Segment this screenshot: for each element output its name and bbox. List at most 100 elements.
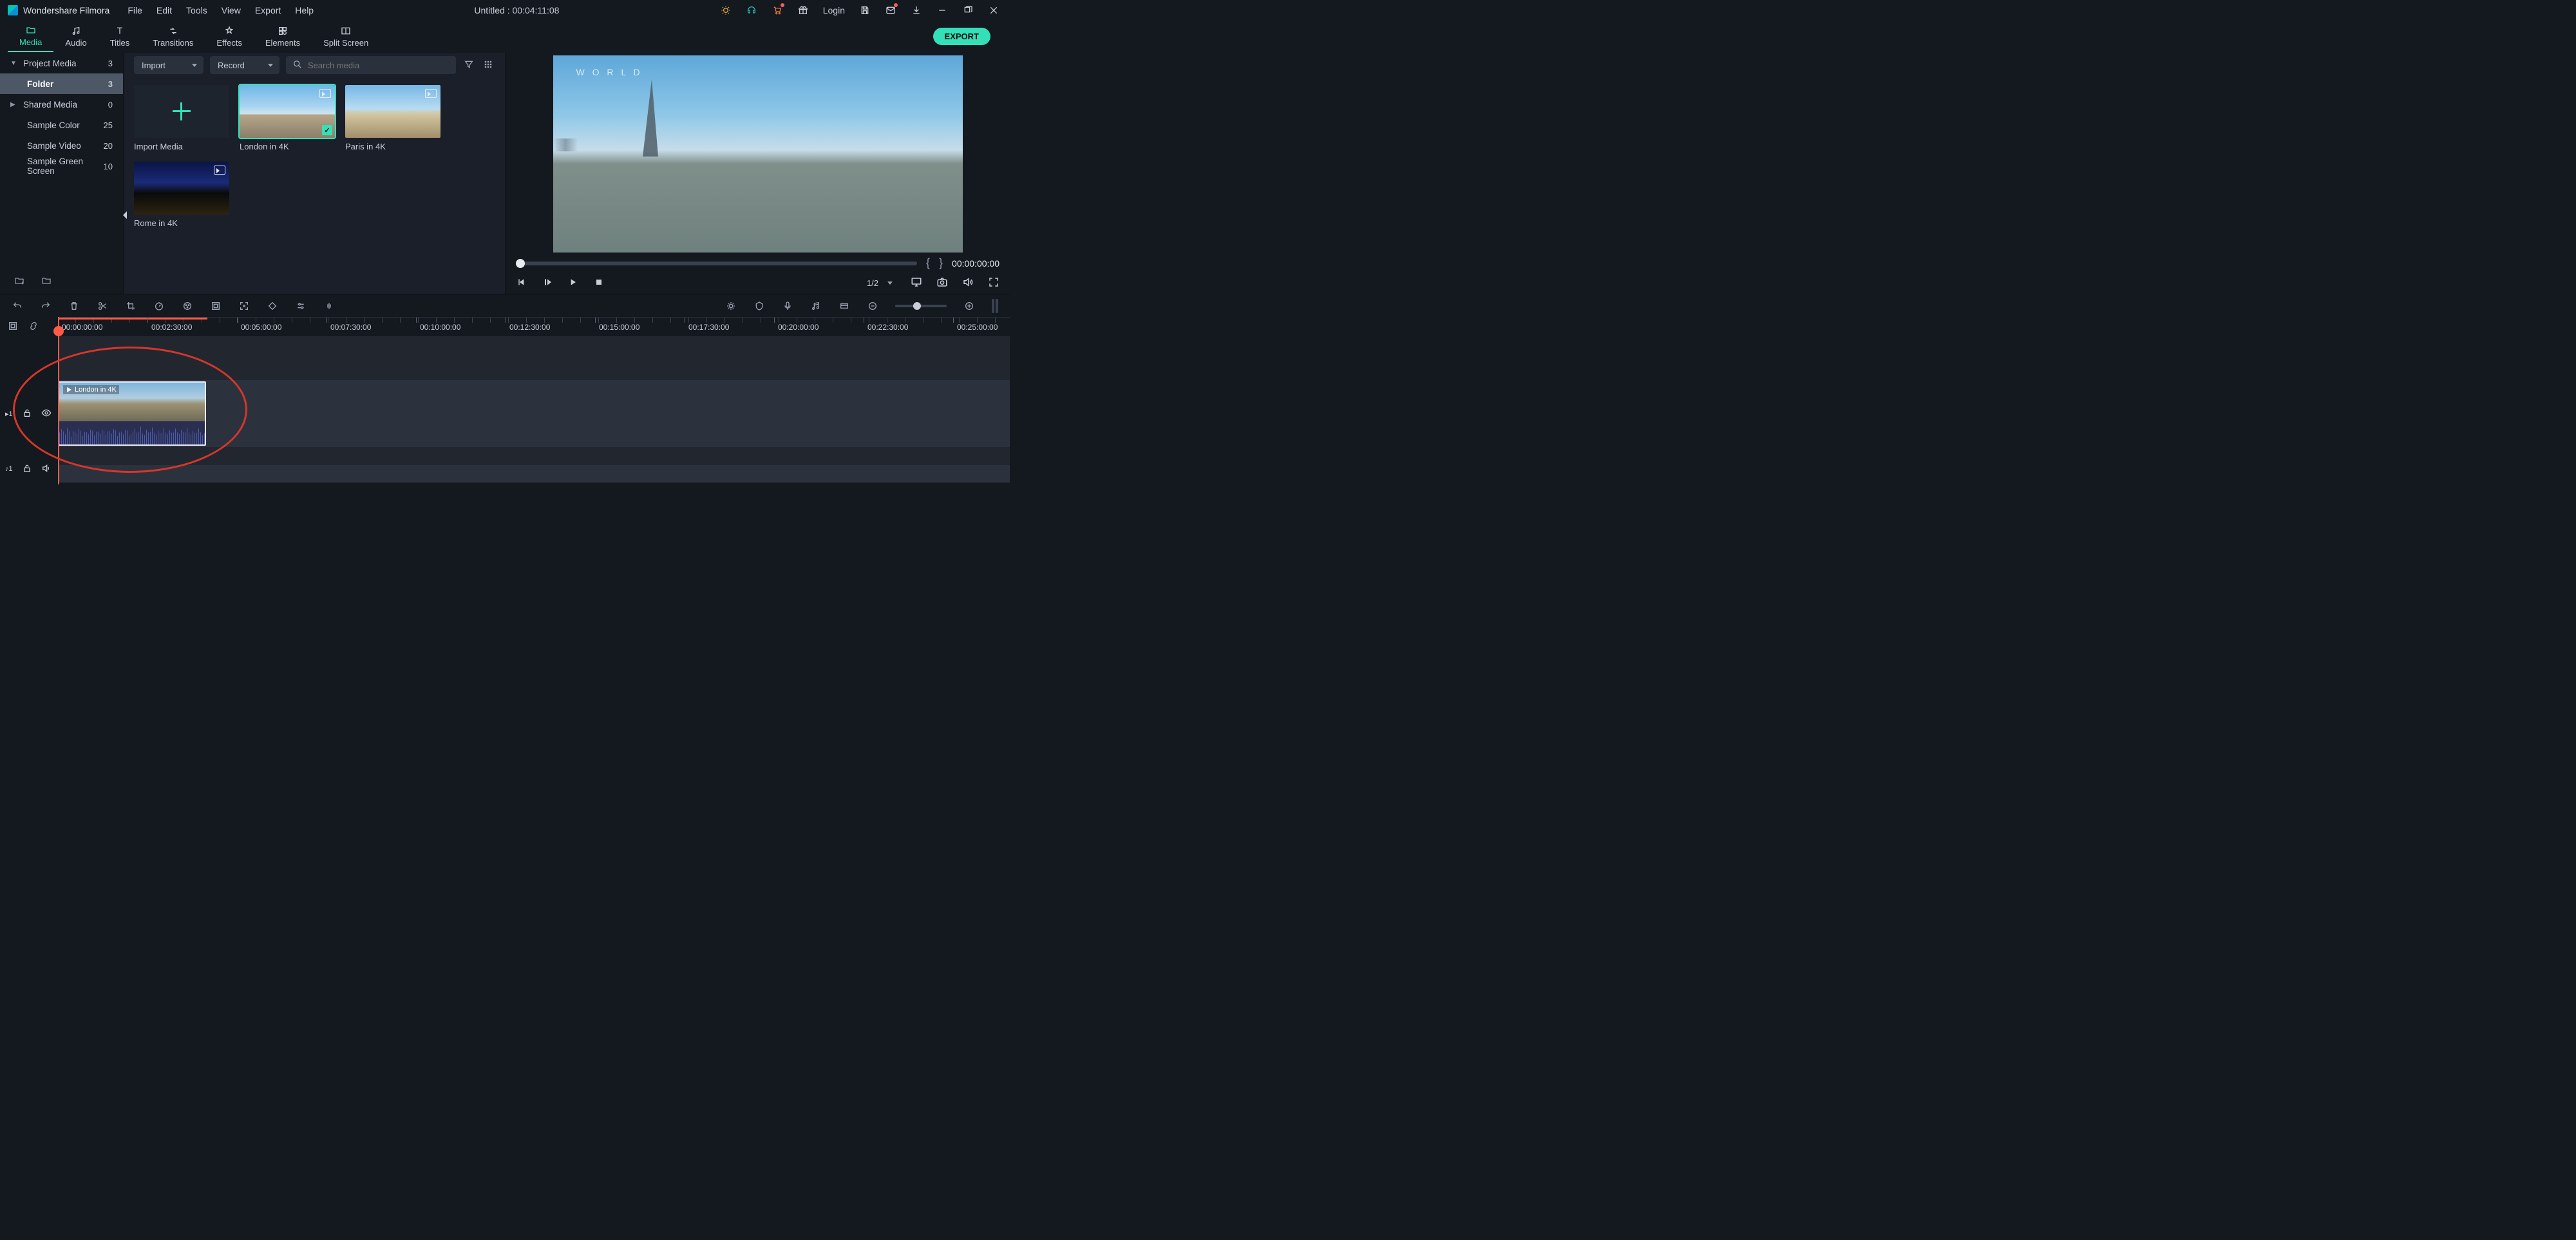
timeline: ▸1 ♪1 London in 4K [0,336,1010,483]
tab-titles[interactable]: Titles [99,21,142,52]
collapse-sidebar-icon[interactable] [123,211,127,219]
display-icon[interactable] [911,276,922,290]
audio-mixer-icon[interactable] [810,300,822,312]
media-tile-rome[interactable]: Rome in 4K [134,162,229,228]
sidebar-item-sample-video[interactable]: Sample Video 20 [0,135,123,156]
timeline-ruler[interactable]: 00:00:00:00 00:02:30:00 00:05:00:00 00:0… [58,317,1010,336]
media-tile-paris[interactable]: Paris in 4K [345,85,440,151]
tab-media-label: Media [19,37,42,47]
eye-icon[interactable] [41,408,52,420]
link-icon[interactable] [28,321,39,333]
mark-in-icon[interactable]: { [926,256,930,270]
voiceover-icon[interactable] [782,300,793,312]
preview-watermark: W O R L D [576,67,643,77]
fullscreen-icon[interactable] [988,276,999,290]
marker-icon[interactable] [753,300,765,312]
export-button[interactable]: EXPORT [933,28,990,45]
import-dropdown[interactable]: Import [134,56,204,74]
sidebar-item-project-media[interactable]: ▼ Project Media 3 [0,53,123,73]
prev-frame-icon[interactable] [516,277,527,289]
mark-range-icon[interactable] [838,300,850,312]
track-manager-icon[interactable] [8,321,18,333]
sidebar-item-folder[interactable]: Folder 3 [0,73,123,94]
media-tile-import[interactable]: Import Media [134,85,229,151]
tab-effects[interactable]: Effects [205,21,254,52]
keyframe-icon[interactable] [267,300,278,312]
login-link[interactable]: Login [823,5,845,15]
timeline-tracks[interactable]: London in 4K [58,336,1010,483]
lock-icon[interactable] [22,408,32,420]
play-icon[interactable] [567,277,579,289]
tab-split-screen-label: Split Screen [323,38,368,48]
delete-icon[interactable] [68,300,80,312]
music-icon [71,25,81,37]
undo-icon[interactable] [12,300,23,312]
record-dropdown[interactable]: Record [210,56,279,74]
render-icon[interactable] [725,300,737,312]
menu-tools[interactable]: Tools [186,5,207,15]
cart-icon[interactable] [772,5,783,16]
tab-transitions[interactable]: Transitions [141,21,205,52]
tab-audio-label: Audio [65,38,86,48]
mute-icon[interactable] [41,463,52,475]
timeline-clip[interactable]: London in 4K [58,381,206,446]
zoom-in-icon[interactable] [963,300,975,312]
speed-icon[interactable] [153,300,165,312]
new-folder-icon[interactable] [14,276,24,288]
scrub-slider[interactable] [516,262,917,265]
green-screen-icon[interactable] [210,300,222,312]
menubar: File Edit Tools View Export Help [128,5,314,15]
playhead[interactable] [58,317,59,484]
tips-icon[interactable] [720,5,732,16]
audio-meter-icon[interactable] [992,299,998,313]
save-icon[interactable] [859,5,871,16]
menu-help[interactable]: Help [295,5,314,15]
media-tile-london[interactable]: ✓ London in 4K [240,85,335,151]
preview-viewport[interactable]: W O R L D [553,55,963,253]
menu-export[interactable]: Export [255,5,281,15]
tab-audio[interactable]: Audio [53,21,98,52]
color-icon[interactable] [182,300,193,312]
snapshot-icon[interactable] [936,276,948,290]
sidebar-item-sample-color[interactable]: Sample Color 25 [0,115,123,135]
maximize-icon[interactable] [962,5,974,16]
message-icon[interactable] [885,5,896,16]
filter-icon[interactable] [462,59,475,72]
audio-sync-icon[interactable] [323,300,335,312]
audio-track[interactable] [58,465,1010,482]
folder-icon[interactable] [41,276,52,288]
tab-elements[interactable]: Elements [254,21,312,52]
grid-view-icon[interactable] [482,59,495,72]
close-icon[interactable] [988,5,999,16]
motion-tracking-icon[interactable] [238,300,250,312]
download-icon[interactable] [911,5,922,16]
play-pause-icon[interactable] [542,277,553,289]
tab-effects-label: Effects [216,38,242,48]
lock-icon[interactable] [22,463,32,475]
sidebar-item-sample-green-screen[interactable]: Sample Green Screen 10 [0,156,123,176]
menu-view[interactable]: View [222,5,241,15]
stop-icon[interactable] [593,277,605,289]
split-screen-icon [341,25,351,37]
tab-media[interactable]: Media [8,21,53,52]
menu-edit[interactable]: Edit [156,5,172,15]
preview-quality-dropdown[interactable]: 1/2 [863,278,896,288]
mark-out-icon[interactable]: } [939,256,943,270]
tab-transitions-label: Transitions [153,38,193,48]
split-icon[interactable] [97,300,108,312]
support-icon[interactable] [746,5,757,16]
search-input[interactable] [308,61,450,70]
menu-file[interactable]: File [128,5,142,15]
redo-icon[interactable] [40,300,52,312]
crop-icon[interactable] [125,300,137,312]
minimize-icon[interactable] [936,5,948,16]
zoom-slider[interactable] [895,305,947,307]
tab-split-screen[interactable]: Split Screen [312,21,380,52]
sidebar-item-shared-media[interactable]: ▶ Shared Media 0 [0,94,123,115]
gift-icon[interactable] [797,5,809,16]
volume-icon[interactable] [962,276,974,290]
search-icon [292,59,303,72]
tab-elements-label: Elements [265,38,300,48]
adjust-icon[interactable] [295,300,307,312]
zoom-out-icon[interactable] [867,300,878,312]
